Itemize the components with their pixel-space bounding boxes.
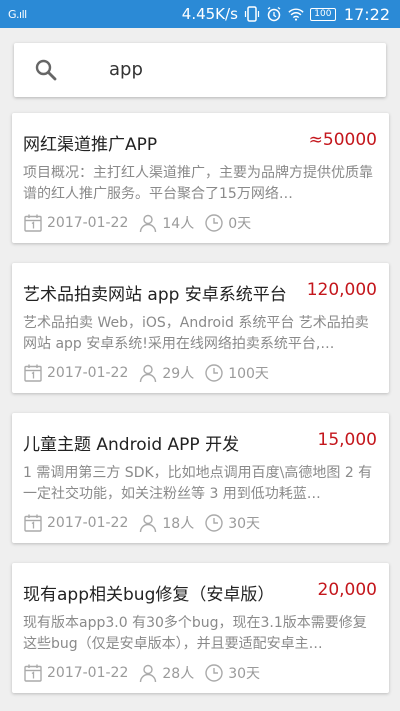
project-date: 2017-01-22: [47, 515, 129, 531]
project-price: 20,000: [317, 580, 377, 600]
project-date: 2017-01-22: [47, 215, 129, 231]
project-people: 18人: [162, 516, 195, 532]
battery-icon: 100: [309, 7, 336, 21]
status-bar: G.ıll 4.45K/s 100 17:22: [0, 0, 400, 28]
project-meta: 2017-01-22 29人 100天: [23, 362, 279, 384]
project-meta: 2017-01-22 28人 30天: [23, 662, 270, 684]
project-date: 2017-01-22: [47, 365, 129, 381]
project-people: 29人: [162, 366, 195, 382]
project-people: 14人: [162, 216, 195, 232]
clock-icon: [205, 214, 223, 232]
project-card[interactable]: 儿童主题 Android APP 开发 15,000 1 需调用第三方 SDK，…: [12, 413, 389, 543]
search-input[interactable]: app: [109, 59, 143, 80]
calendar-icon: [24, 514, 42, 532]
project-date: 2017-01-22: [47, 665, 129, 681]
calendar-icon: [24, 664, 42, 682]
project-people: 28人: [162, 666, 195, 682]
project-description: 项目概况：主打红人渠道推广，主要为品牌方提供优质靠谱的红人推广服务。平台聚合了1…: [23, 165, 373, 202]
project-card[interactable]: 现有app相关bug修复（安卓版） 20,000 现有版本app3.0 有30多…: [12, 563, 389, 693]
project-price: ≈50000: [308, 130, 377, 150]
project-title: 网红渠道推广APP: [23, 135, 158, 155]
project-meta: 2017-01-22 14人 0天: [23, 212, 261, 234]
person-icon: [140, 664, 157, 683]
project-meta: 2017-01-22 18人 30天: [23, 512, 270, 534]
project-price: 120,000: [306, 280, 377, 300]
clock-icon: [205, 364, 223, 382]
project-days: 100天: [228, 366, 269, 382]
clock-icon: [205, 664, 223, 682]
search-icon[interactable]: [34, 58, 58, 82]
clock-icon: [205, 514, 223, 532]
project-title: 儿童主题 Android APP 开发: [23, 435, 240, 455]
signal-indicator: G.ıll: [8, 8, 27, 21]
project-title: 艺术品拍卖网站 app 安卓系统平台: [23, 285, 287, 305]
network-speed: 4.45K/s: [181, 5, 238, 23]
project-card[interactable]: 网红渠道推广APP ≈50000 项目概况：主打红人渠道推广，主要为品牌方提供优…: [12, 113, 389, 243]
project-description: 1 需调用第三方 SDK，比如地点调用百度\高德地图 2 有一定社交功能，如关注…: [23, 465, 373, 502]
calendar-icon: [24, 364, 42, 382]
search-bar[interactable]: app: [14, 43, 386, 97]
alarm-icon: [266, 6, 282, 22]
project-days: 30天: [228, 516, 261, 532]
clock: 17:22: [343, 4, 390, 24]
project-title: 现有app相关bug修复（安卓版）: [23, 585, 275, 605]
project-price: 15,000: [317, 430, 377, 450]
project-description: 艺术品拍卖 Web，iOS，Android 系统平台 艺术品拍卖网站 app 安…: [23, 315, 369, 352]
project-days: 0天: [228, 216, 252, 232]
wifi-icon: [288, 6, 304, 22]
project-days: 30天: [228, 666, 261, 682]
person-icon: [140, 514, 157, 533]
person-icon: [140, 364, 157, 383]
project-card[interactable]: 艺术品拍卖网站 app 安卓系统平台 120,000 艺术品拍卖 Web，iOS…: [12, 263, 389, 393]
signal-text: G.ıll: [8, 7, 27, 21]
person-icon: [140, 214, 157, 233]
project-description: 现有版本app3.0 有30多个bug，现在3.1版本需要修复这些bug（仅是安…: [23, 615, 367, 652]
vibrate-icon: [244, 6, 260, 22]
calendar-icon: [24, 214, 42, 232]
